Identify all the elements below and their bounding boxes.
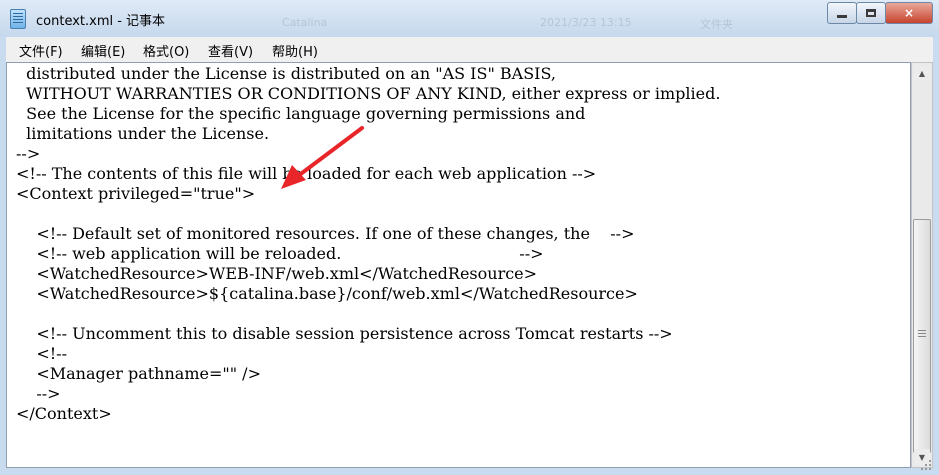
arrow-shaft — [296, 126, 364, 178]
annotation-arrow — [281, 126, 364, 189]
arrow-head-icon — [281, 165, 306, 189]
